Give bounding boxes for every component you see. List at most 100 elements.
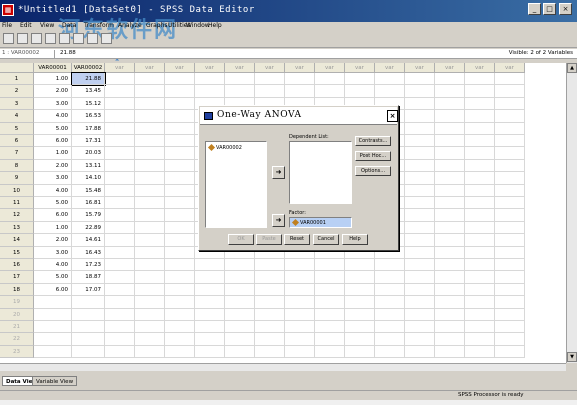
table-cell[interactable] (135, 110, 165, 123)
table-cell[interactable] (135, 333, 165, 346)
table-cell[interactable] (315, 259, 345, 272)
table-cell[interactable] (135, 122, 165, 135)
table-cell[interactable] (465, 159, 495, 173)
table-cell[interactable] (405, 184, 435, 197)
table-cell[interactable] (435, 333, 465, 346)
empty-variable-header[interactable]: var (195, 63, 225, 73)
table-cell[interactable] (285, 296, 315, 309)
table-cell[interactable] (405, 159, 435, 173)
empty-variable-header[interactable]: var (105, 63, 135, 73)
table-cell[interactable] (375, 345, 405, 359)
table-cell[interactable] (375, 85, 405, 98)
table-cell[interactable] (285, 308, 315, 321)
table-cell[interactable] (285, 283, 315, 297)
table-cell[interactable] (225, 85, 255, 98)
table-cell[interactable] (135, 271, 165, 284)
scroll-down-icon[interactable]: ▼ (567, 352, 577, 362)
table-cell[interactable] (105, 110, 135, 123)
row-header[interactable]: 23 (0, 345, 34, 359)
table-cell[interactable]: 20.03 (72, 147, 105, 160)
table-cell[interactable]: 1.00 (34, 73, 72, 86)
table-cell[interactable] (105, 345, 135, 359)
table-cell[interactable]: 2.00 (34, 159, 72, 173)
table-cell[interactable] (345, 308, 375, 321)
table-cell[interactable] (375, 333, 405, 346)
table-cell[interactable] (405, 110, 435, 123)
row-header[interactable]: 22 (0, 333, 34, 346)
menu-edit[interactable]: Edit (20, 22, 32, 29)
options-button[interactable]: Options... (355, 166, 391, 176)
table-cell[interactable] (315, 345, 345, 359)
empty-variable-header[interactable]: var (135, 63, 165, 73)
table-cell[interactable] (165, 147, 195, 160)
table-cell[interactable]: 17.31 (72, 135, 105, 148)
row-header[interactable]: 4 (0, 110, 34, 123)
row-header[interactable]: 15 (0, 246, 34, 259)
table-cell[interactable] (135, 246, 165, 259)
table-cell[interactable] (435, 97, 465, 111)
table-cell[interactable] (495, 73, 525, 86)
table-cell[interactable] (105, 184, 135, 197)
table-cell[interactable] (225, 345, 255, 359)
table-cell[interactable] (465, 122, 495, 135)
table-cell[interactable] (135, 345, 165, 359)
table-cell[interactable] (405, 259, 435, 272)
table-cell[interactable] (165, 259, 195, 272)
table-cell[interactable] (495, 197, 525, 210)
table-cell[interactable] (375, 283, 405, 297)
horizontal-scrollbar[interactable] (0, 363, 566, 371)
table-cell[interactable] (465, 259, 495, 272)
table-cell[interactable] (465, 321, 495, 334)
table-cell[interactable] (105, 271, 135, 284)
table-cell[interactable] (165, 73, 195, 86)
table-cell[interactable] (405, 321, 435, 334)
table-cell[interactable] (255, 345, 285, 359)
table-cell[interactable] (135, 283, 165, 297)
table-cell[interactable] (405, 246, 435, 259)
table-cell[interactable] (225, 283, 255, 297)
table-cell[interactable]: 15.48 (72, 184, 105, 197)
table-cell[interactable] (345, 283, 375, 297)
spss-app-icon[interactable]: ▦ (2, 4, 14, 16)
table-cell[interactable] (165, 135, 195, 148)
table-cell[interactable] (315, 85, 345, 98)
table-cell[interactable] (375, 73, 405, 86)
table-cell[interactable] (405, 122, 435, 135)
dialog-close-button[interactable]: × (387, 110, 398, 122)
table-cell[interactable] (495, 246, 525, 259)
move-to-dependent-arrow-icon[interactable]: ➜ (272, 166, 285, 179)
table-cell[interactable] (105, 73, 135, 86)
table-cell[interactable] (255, 283, 285, 297)
row-header[interactable]: 6 (0, 135, 34, 148)
table-cell[interactable] (405, 271, 435, 284)
table-cell[interactable] (72, 321, 105, 334)
table-cell[interactable] (495, 135, 525, 148)
table-cell[interactable] (465, 234, 495, 247)
row-header[interactable]: 10 (0, 184, 34, 197)
table-cell[interactable] (255, 271, 285, 284)
print-icon[interactable] (31, 33, 42, 44)
table-cell[interactable] (135, 147, 165, 160)
table-cell[interactable] (465, 345, 495, 359)
table-cell[interactable] (255, 321, 285, 334)
table-cell[interactable] (195, 308, 225, 321)
empty-variable-header[interactable]: var (405, 63, 435, 73)
factor-item[interactable]: VAR00001 (291, 218, 326, 227)
table-cell[interactable]: 2.00 (34, 234, 72, 247)
table-cell[interactable] (465, 209, 495, 222)
table-cell[interactable] (435, 221, 465, 235)
table-cell[interactable] (165, 234, 195, 247)
table-cell[interactable] (435, 308, 465, 321)
table-cell[interactable] (495, 110, 525, 123)
goto-case-icon[interactable] (87, 33, 98, 44)
table-cell[interactable] (255, 296, 285, 309)
row-header[interactable]: 13 (0, 221, 34, 235)
table-cell[interactable]: 4.00 (34, 259, 72, 272)
table-cell[interactable] (435, 321, 465, 334)
table-cell[interactable] (255, 73, 285, 86)
table-cell[interactable] (315, 308, 345, 321)
table-cell[interactable] (315, 271, 345, 284)
table-cell[interactable] (105, 283, 135, 297)
table-cell[interactable]: 17.88 (72, 122, 105, 135)
table-cell[interactable] (165, 271, 195, 284)
